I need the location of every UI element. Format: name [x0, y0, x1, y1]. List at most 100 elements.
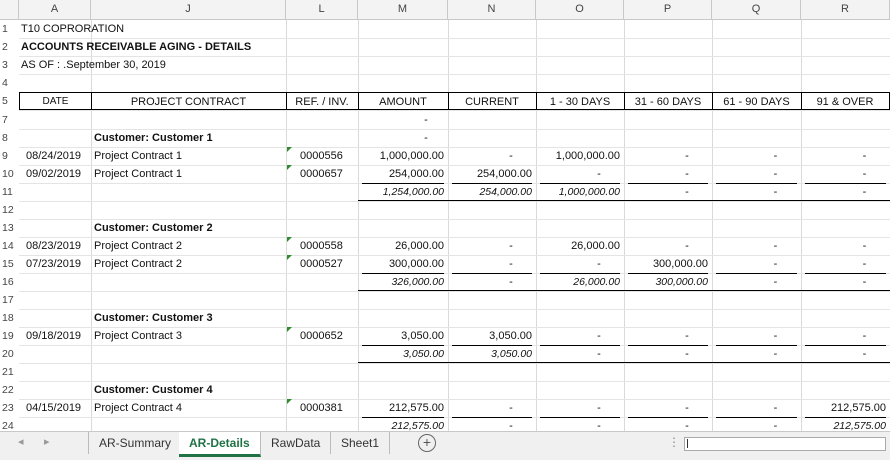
error-indicator-icon[interactable]: [287, 147, 292, 152]
row-number[interactable]: 22: [0, 381, 19, 399]
cell-amount: 26,000.00: [395, 240, 444, 252]
row-date: 08/24/2019: [26, 150, 82, 162]
header-ref: REF. / INV.: [286, 92, 359, 110]
tab-rawdata[interactable]: RawData: [261, 432, 332, 454]
col-header-m[interactable]: M: [358, 0, 448, 19]
cell-current: 3,050.00: [489, 330, 532, 342]
row-number[interactable]: 14: [0, 237, 19, 255]
col-header-l[interactable]: L: [286, 0, 358, 19]
row-project: Project Contract 1: [94, 168, 183, 180]
error-indicator-icon[interactable]: [287, 399, 292, 404]
tab-ar-summary[interactable]: AR-Summary: [88, 432, 183, 454]
row-number[interactable]: 19: [0, 327, 19, 345]
header-91-over: 91 & OVER: [801, 92, 890, 110]
cell-d91: -: [862, 150, 867, 162]
error-indicator-icon[interactable]: [287, 255, 292, 260]
total-amount: 326,000.00: [391, 276, 444, 288]
row-number[interactable]: 7: [0, 111, 19, 129]
row-number[interactable]: 9: [0, 147, 19, 165]
prev-sheet-icon[interactable]: ◂: [18, 435, 24, 448]
col-header-j[interactable]: J: [91, 0, 286, 19]
row7-amount: -: [424, 114, 428, 126]
total-amount: 3,050.00: [403, 348, 444, 360]
cell-d31_60: 300,000.00: [652, 258, 708, 270]
row-project: Project Contract 1: [94, 150, 183, 162]
row-number[interactable]: 21: [0, 363, 19, 381]
tab-ar-details[interactable]: AR-Details: [179, 432, 261, 457]
cell-amount: 212,575.00: [388, 402, 444, 414]
row-project: Project Contract 4: [94, 402, 183, 414]
customer-label: Customer: Customer 2: [94, 222, 213, 234]
row-ref: 0000556: [300, 150, 343, 162]
cell-amount: 300,000.00: [388, 258, 444, 270]
row-number[interactable]: 20: [0, 345, 19, 363]
row-number[interactable]: 11: [0, 183, 19, 201]
cell-amount: 3,050.00: [401, 330, 444, 342]
col-header-n[interactable]: N: [448, 0, 536, 19]
row-number[interactable]: 17: [0, 291, 19, 309]
row-number[interactable]: 15: [0, 255, 19, 273]
horizontal-scrollbar[interactable]: [684, 437, 886, 451]
report-as-of: AS OF : .September 30, 2019: [21, 59, 166, 71]
header-amount: AMOUNT: [358, 92, 449, 110]
total-d91: -: [862, 348, 867, 360]
split-handle-icon[interactable]: ⋮: [668, 435, 680, 449]
customer-label: Customer: Customer 1: [94, 132, 213, 144]
row-date: 09/02/2019: [26, 168, 82, 180]
cell-amount: 1,000,000.00: [379, 150, 444, 162]
row-project: Project Contract 2: [94, 258, 183, 270]
col-header-p[interactable]: P: [624, 0, 712, 19]
row-ref: 0000652: [300, 330, 343, 342]
total-d1_30: 26,000.00: [573, 276, 620, 288]
cell-d91: 212,575.00: [830, 402, 886, 414]
col-header-a[interactable]: A: [19, 0, 91, 19]
total-d31_60: 300,000.00: [655, 276, 708, 288]
add-sheet-icon[interactable]: +: [418, 434, 436, 452]
column-header-bar: A J L M N O P Q R: [0, 0, 890, 20]
row-number[interactable]: 2: [0, 38, 19, 56]
cell-d91: -: [862, 168, 867, 180]
row-number[interactable]: 5: [0, 92, 19, 110]
row-number[interactable]: 10: [0, 165, 19, 183]
row-number[interactable]: 3: [0, 56, 19, 74]
spreadsheet[interactable]: A J L M N O P Q R 1 2 3 4 5 7 8 9 10 11 12 13 14 15 16…: [0, 0, 890, 431]
error-indicator-icon[interactable]: [287, 237, 292, 242]
col-header-q[interactable]: Q: [712, 0, 801, 19]
sheet-tab-bar: ◂ ▸ AR-Summary AR-Details RawData Sheet1…: [0, 431, 890, 460]
row-project: Project Contract 3: [94, 330, 183, 342]
header-1-30-days: 1 - 30 DAYS: [536, 92, 625, 110]
col-header-o[interactable]: O: [536, 0, 624, 19]
header-project: PROJECT CONTRACT: [91, 92, 287, 110]
total-d91: -: [862, 276, 867, 288]
cell-d91: -: [862, 330, 867, 342]
row-number[interactable]: 24: [0, 417, 19, 431]
row8-amount: -: [424, 132, 428, 144]
col-header-r[interactable]: R: [801, 0, 890, 19]
row-number[interactable]: 12: [0, 201, 19, 219]
row-number[interactable]: 1: [0, 20, 19, 38]
row-number[interactable]: 13: [0, 219, 19, 237]
error-indicator-icon[interactable]: [287, 165, 292, 170]
select-all-corner[interactable]: [0, 0, 19, 19]
row-date: 04/15/2019: [26, 402, 82, 414]
cell-d1_30: 1,000,000.00: [555, 150, 620, 162]
header-31-60-days: 31 - 60 DAYS: [624, 92, 713, 110]
row-ref: 0000558: [300, 240, 343, 252]
tab-sheet1[interactable]: Sheet1: [331, 432, 391, 454]
row-number[interactable]: 8: [0, 129, 19, 147]
row-number[interactable]: 18: [0, 309, 19, 327]
total-amount: 1,254,000.00: [382, 186, 444, 198]
total-amount: 212,575.00: [391, 420, 444, 431]
row-number[interactable]: 4: [0, 74, 19, 92]
row-number[interactable]: 16: [0, 273, 19, 291]
total-d1_30: 1,000,000.00: [558, 186, 620, 198]
row-number[interactable]: 23: [0, 399, 19, 417]
error-indicator-icon[interactable]: [287, 327, 292, 332]
next-sheet-icon[interactable]: ▸: [44, 435, 50, 448]
total-d91: 212,575.00: [833, 420, 886, 431]
cell-d1_30: 26,000.00: [571, 240, 620, 252]
row-ref: 0000527: [300, 258, 343, 270]
row-ref: 0000657: [300, 168, 343, 180]
scrollbar-thumb[interactable]: [687, 439, 698, 448]
row-date: 09/18/2019: [26, 330, 82, 342]
